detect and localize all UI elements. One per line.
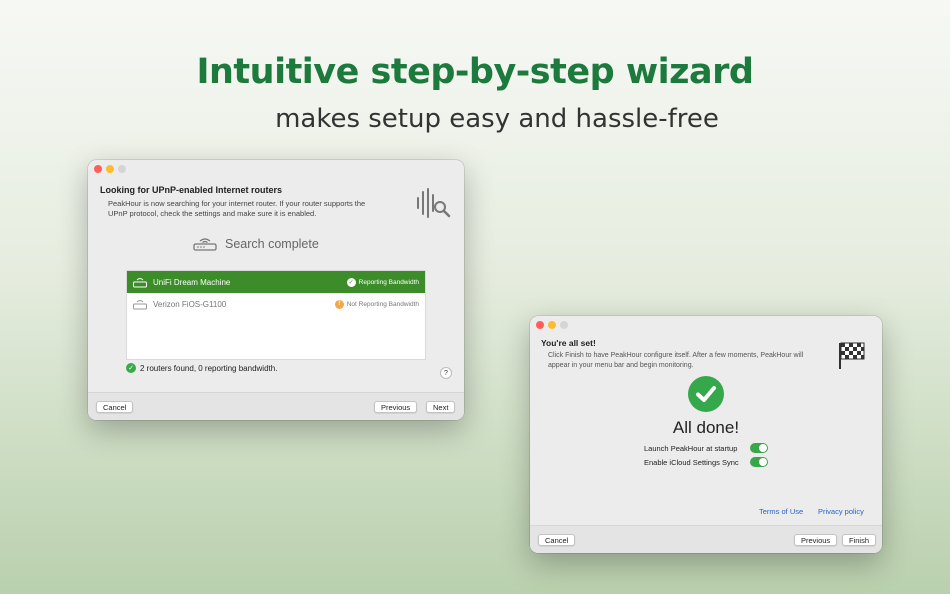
network-search-icon (417, 188, 451, 218)
router-row-unifi[interactable]: UniFi Dream Machine ✓ Reporting Bandwidt… (127, 271, 425, 293)
wizard-footer: Cancel Previous Finish (530, 525, 882, 553)
step-description: Click Finish to have PeakHour configure … (548, 351, 803, 371)
zoom-window-button[interactable] (560, 321, 568, 329)
step-description-line: appear in your menu bar and begin monito… (548, 362, 694, 369)
search-summary: ✓ 2 routers found, 0 reporting bandwidth… (126, 363, 277, 373)
router-search-window: Looking for UPnP-enabled Internet router… (88, 160, 464, 420)
finish-button[interactable]: Finish (842, 534, 877, 546)
zoom-window-button[interactable] (118, 165, 126, 173)
step-title: Looking for UPnP-enabled Internet router… (100, 185, 283, 195)
icloud-sync-toggle[interactable] (750, 457, 768, 467)
next-button[interactable]: Next (426, 401, 456, 413)
step-title: You're all set! (541, 338, 596, 348)
router-status-text: Reporting Bandwidth (358, 278, 419, 286)
warning-icon: ! (334, 299, 344, 309)
cancel-button[interactable]: Cancel (96, 401, 134, 413)
close-window-button[interactable] (536, 321, 544, 329)
subheadline: makes setup easy and hassle-free (275, 104, 719, 134)
step-description: PeakHour is now searching for your inter… (108, 199, 365, 219)
search-status-text: Search complete (225, 237, 319, 251)
help-button[interactable]: ? (440, 367, 452, 379)
router-list[interactable]: UniFi Dream Machine ✓ Reporting Bandwidt… (126, 270, 426, 360)
headline: Intuitive step-by-step wizard (196, 52, 754, 92)
step-description-line: UPnP protocol, check the settings and ma… (108, 209, 317, 218)
step-description-line: PeakHour is now searching for your inter… (108, 199, 366, 208)
router-status-text: Not Reporting Bandwidth (346, 300, 419, 308)
router-row-verizon[interactable]: Verizon FiOS-G1100 ! Not Reporting Bandw… (127, 293, 425, 315)
setup-complete-window: You're all set! Click Finish to have Pea… (530, 316, 882, 553)
previous-button[interactable]: Previous (374, 401, 418, 413)
router-status: ! Not Reporting Bandwidth (334, 299, 419, 309)
close-window-button[interactable] (94, 165, 102, 173)
router-icon (193, 238, 217, 251)
router-name: Verizon FiOS-G1100 (153, 299, 227, 309)
search-status: Search complete (193, 236, 319, 252)
search-summary-text: 2 routers found, 0 reporting bandwidth. (140, 363, 278, 373)
checkmark-icon: ✓ (346, 277, 356, 287)
privacy-policy-link[interactable]: Privacy policy (818, 507, 864, 516)
router-icon (133, 300, 147, 310)
router-name: UniFi Dream Machine (153, 277, 231, 287)
step-description-line: Click Finish to have PeakHour configure … (548, 352, 804, 359)
minimize-window-button[interactable] (106, 165, 114, 173)
launch-at-startup-label: Launch PeakHour at startup (644, 444, 738, 453)
done-heading: All done! (672, 418, 740, 437)
terms-of-use-link[interactable]: Terms of Use (759, 507, 803, 516)
checkmark-icon: ✓ (126, 363, 136, 373)
launch-at-startup-toggle[interactable] (750, 443, 768, 453)
cancel-button[interactable]: Cancel (538, 534, 576, 546)
icloud-sync-label: Enable iCloud Settings Sync (644, 458, 739, 467)
success-checkmark-icon (688, 376, 724, 412)
checkered-flag-icon (839, 342, 865, 369)
wizard-footer: Cancel Previous Next (88, 392, 464, 420)
minimize-window-button[interactable] (548, 321, 556, 329)
router-status: ✓ Reporting Bandwidth (346, 277, 419, 287)
previous-button[interactable]: Previous (794, 534, 838, 546)
router-icon (133, 278, 147, 288)
window-controls (536, 321, 568, 329)
window-controls (94, 165, 126, 173)
